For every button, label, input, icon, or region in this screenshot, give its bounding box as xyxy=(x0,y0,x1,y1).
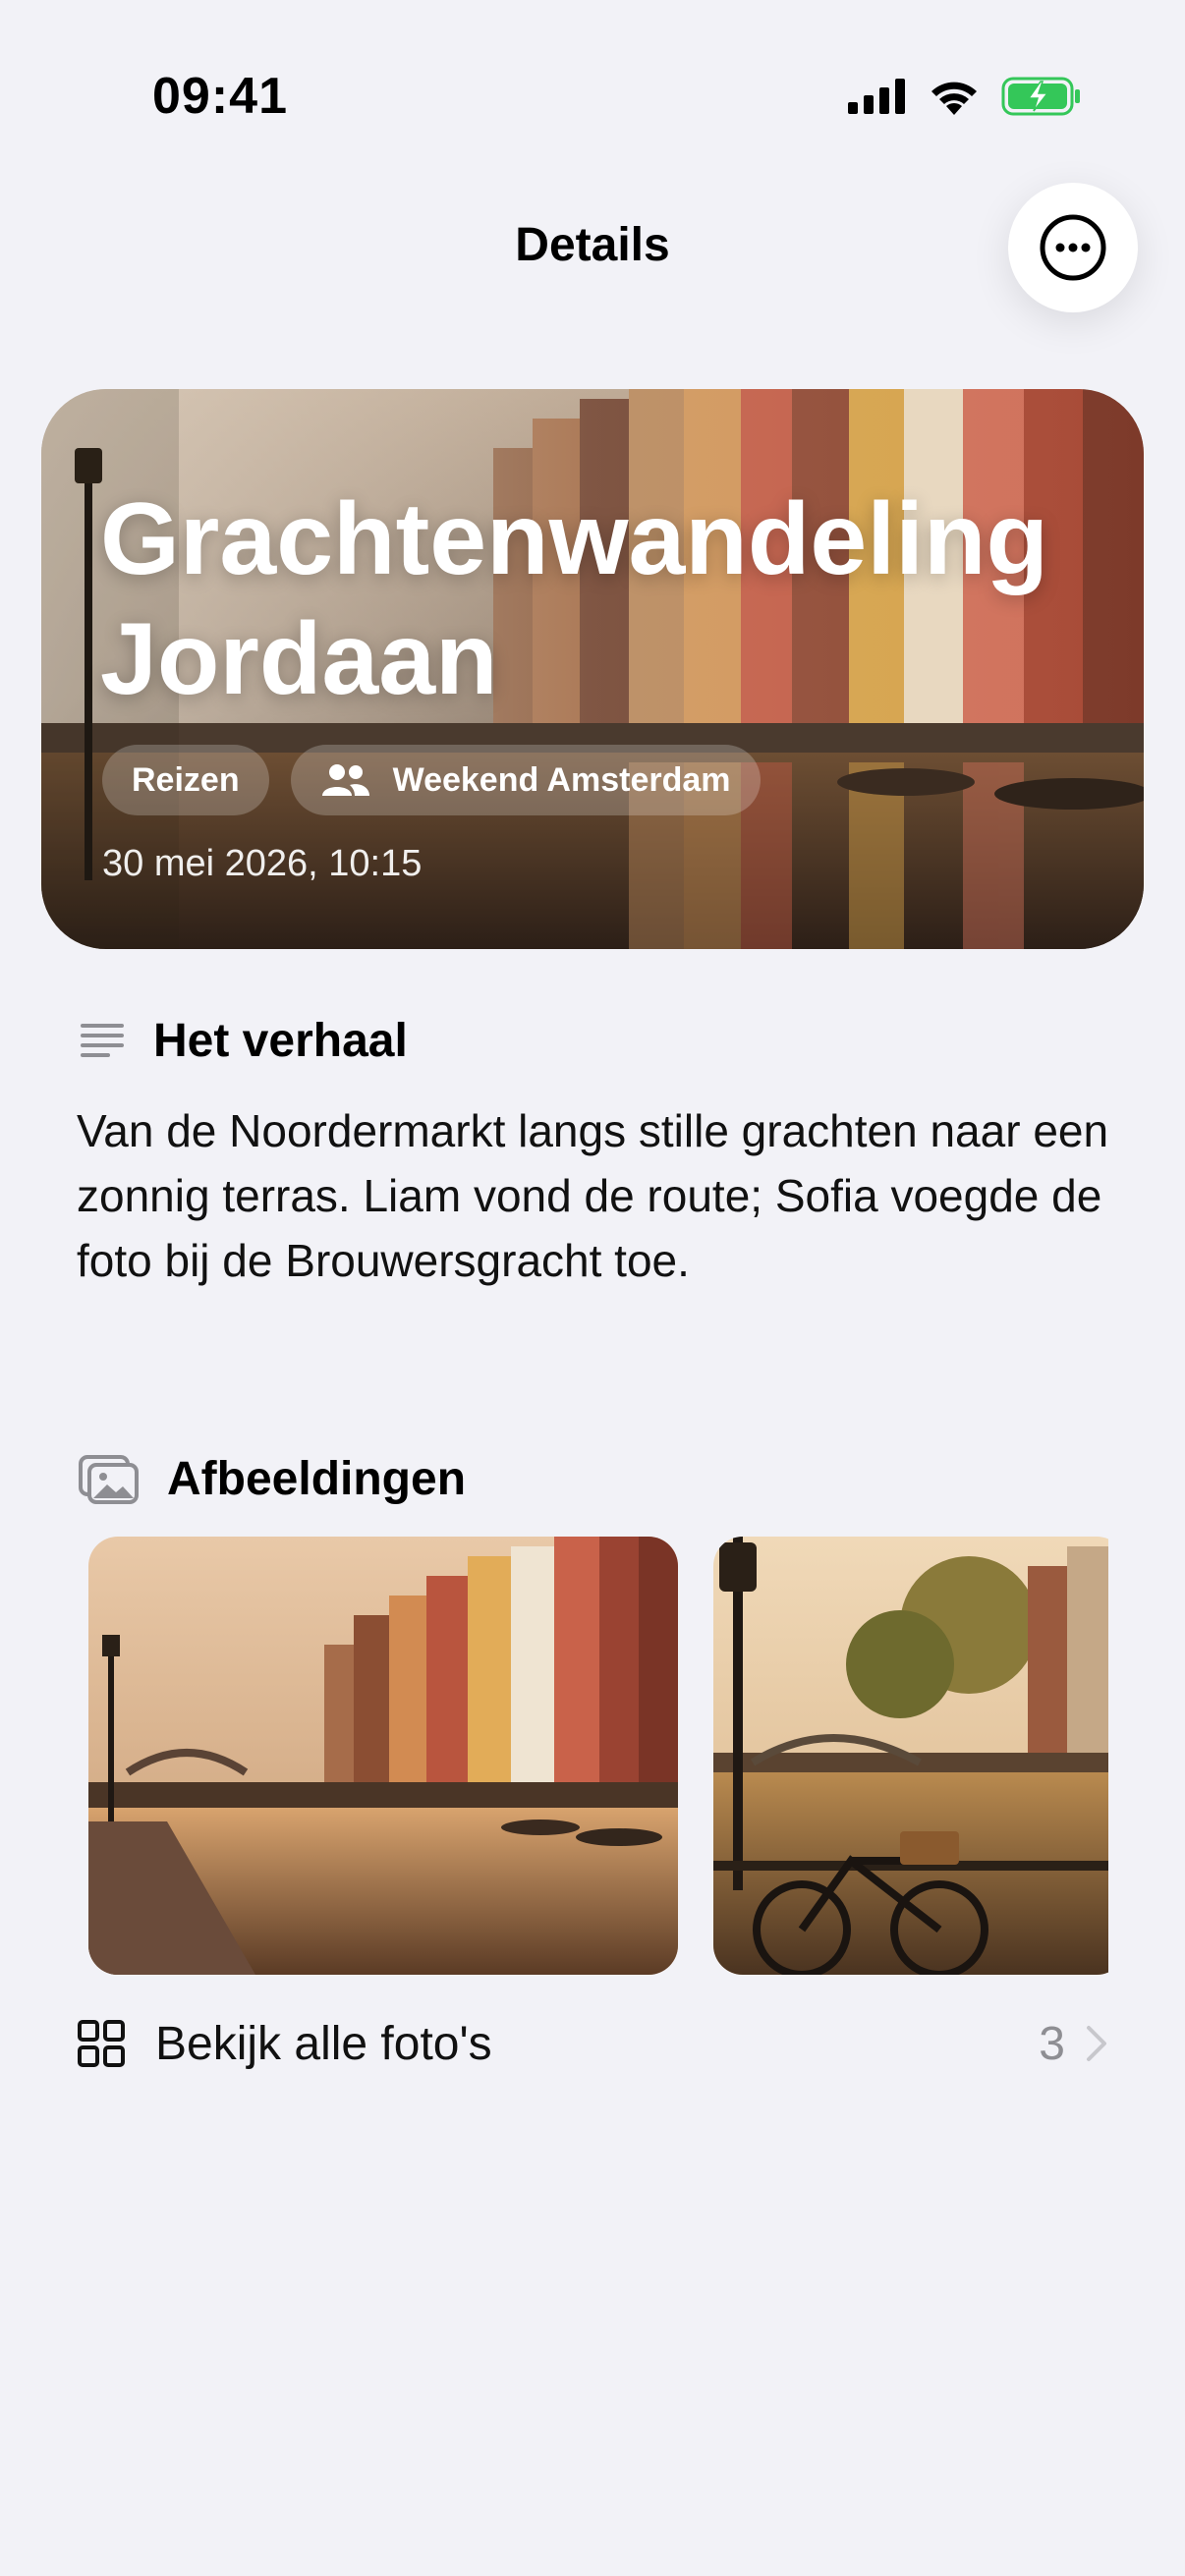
more-button[interactable] xyxy=(1008,183,1138,312)
hero-tags: Reizen Weekend Amsterdam xyxy=(102,745,761,815)
photos-icon xyxy=(79,1454,139,1504)
status-icons xyxy=(848,77,1082,116)
image-thumbnail[interactable] xyxy=(88,1537,678,1975)
wifi-icon xyxy=(931,82,977,115)
hero-card[interactable]: Grachtenwandeling Jordaan Reizen Weekend… xyxy=(41,389,1144,949)
grid-icon xyxy=(78,2020,125,2067)
hero-title: Grachtenwandeling Jordaan xyxy=(100,482,1049,716)
image-thumbnail[interactable] xyxy=(713,1537,1108,1975)
images-header: Afbeeldingen xyxy=(79,1452,466,1506)
hero-date: 30 mei 2026, 10:15 xyxy=(102,843,423,884)
category-tag-label: Reizen xyxy=(132,760,240,799)
text-lines-icon xyxy=(81,1023,124,1057)
ellipsis-circle-icon xyxy=(1040,214,1106,281)
group-tag[interactable]: Weekend Amsterdam xyxy=(290,745,761,815)
view-all-photos-row[interactable]: Bekijk alle foto's 3 xyxy=(77,2004,1108,2083)
canal-bicycle-photo xyxy=(713,1537,1108,1975)
screen: 09:41 Details Grachtenwandeling Jordaan … xyxy=(0,0,1185,2576)
images-title: Afbeeldingen xyxy=(167,1453,467,1505)
canal-houses-photo xyxy=(88,1537,678,1975)
story-title: Het verhaal xyxy=(153,1015,408,1067)
battery-charging-icon xyxy=(1001,77,1080,116)
group-tag-label: Weekend Amsterdam xyxy=(392,760,731,799)
chevron-right-icon xyxy=(1087,2026,1106,2061)
photo-count: 3 xyxy=(1039,2017,1065,2070)
category-tag[interactable]: Reizen xyxy=(102,745,269,815)
people-icon xyxy=(321,764,369,796)
view-all-photos-label: Bekijk alle foto's xyxy=(155,2017,492,2070)
image-gallery[interactable] xyxy=(88,1537,1108,1975)
status-time: 09:41 xyxy=(152,68,288,125)
cellular-signal-icon xyxy=(848,79,905,114)
story-body: Van de Noordermarkt langs stille grachte… xyxy=(77,1105,1109,1286)
story-header: Het verhaal xyxy=(79,1014,408,1068)
